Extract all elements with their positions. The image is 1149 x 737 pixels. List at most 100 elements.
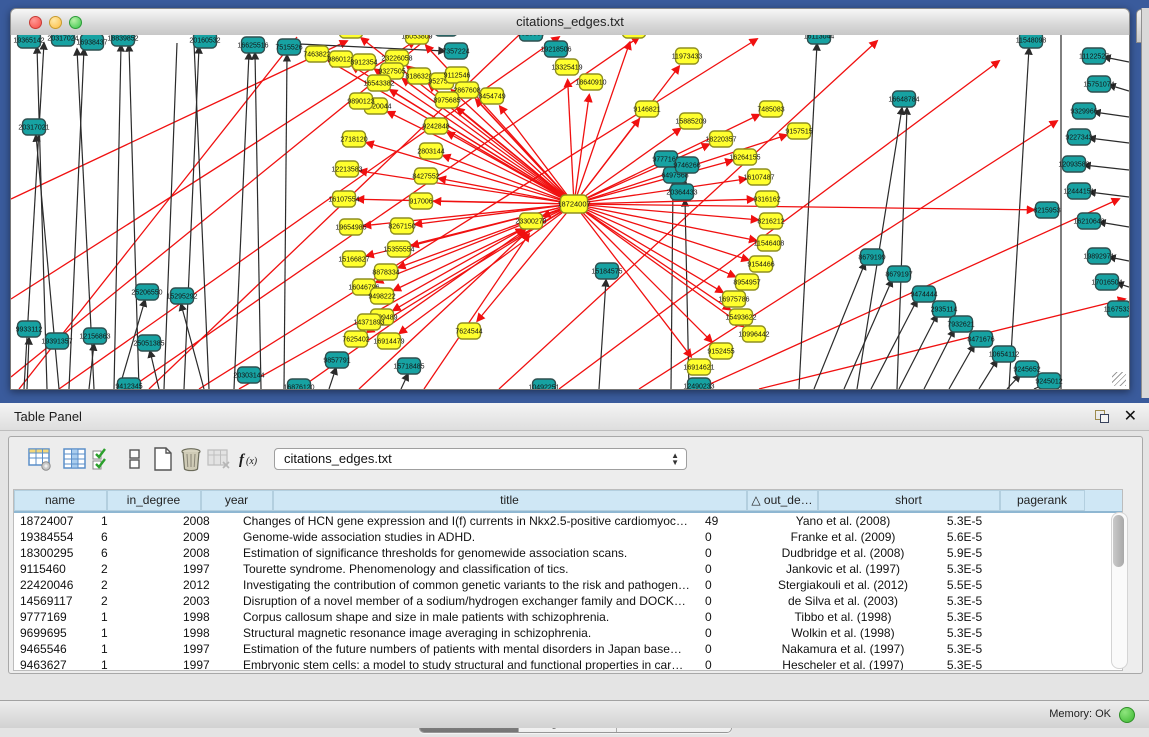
column-header-title[interactable]: title bbox=[273, 490, 747, 511]
graph-edge[interactable] bbox=[924, 330, 954, 389]
delete-table-icon[interactable] bbox=[178, 446, 204, 472]
graph-node[interactable]: 23300278 bbox=[515, 213, 546, 229]
graph-edge[interactable] bbox=[11, 41, 347, 199]
column-header-name[interactable]: name bbox=[14, 490, 107, 511]
graph-node[interactable]: 9329966 bbox=[1070, 103, 1097, 119]
citation-network-graph[interactable]: 1936514220317024169384371883985220160532… bbox=[11, 35, 1129, 389]
graph-node[interactable]: 8215953 bbox=[1033, 202, 1060, 218]
graph-node[interactable]: 12213583 bbox=[331, 161, 362, 177]
table-vertical-scrollbar[interactable] bbox=[1111, 512, 1128, 669]
node-table[interactable]: namein_degreeyeartitle△ out_de…shortpage… bbox=[13, 489, 1123, 671]
graph-node[interactable]: 12156863 bbox=[79, 328, 110, 344]
graph-node[interactable]: 9146821 bbox=[633, 101, 660, 117]
graph-node[interactable]: 15355554 bbox=[383, 241, 414, 257]
graph-node[interactable]: 17016504 bbox=[1091, 274, 1122, 290]
graph-node[interactable]: 18839852 bbox=[107, 35, 138, 46]
graph-node[interactable]: 15184575 bbox=[591, 263, 622, 279]
new-table-icon[interactable] bbox=[150, 446, 176, 472]
graph-node[interactable]: 9412345 bbox=[115, 378, 142, 389]
graph-edge[interactable] bbox=[434, 201, 574, 204]
graph-node[interactable]: 16876120 bbox=[283, 379, 314, 389]
graph-node[interactable]: 9857791 bbox=[323, 352, 350, 368]
graph-edge[interactable] bbox=[1094, 112, 1129, 117]
graph-node[interactable]: 8878334 bbox=[372, 264, 399, 280]
graph-node[interactable]: 9474444 bbox=[910, 286, 937, 302]
graph-node[interactable]: 8216212 bbox=[757, 213, 784, 229]
graph-node[interactable]: 9245652 bbox=[1013, 361, 1040, 377]
graph-node[interactable]: 20364433 bbox=[666, 184, 697, 200]
graph-node[interactable]: 16210643 bbox=[1073, 213, 1104, 229]
graph-node[interactable]: 9242848 bbox=[422, 118, 449, 134]
graph-edge[interactable] bbox=[36, 135, 59, 389]
delete-column-icon[interactable] bbox=[206, 446, 232, 472]
graph-node[interactable]: 9152455 bbox=[707, 343, 734, 359]
graph-edge[interactable] bbox=[452, 90, 574, 204]
graph-edge[interactable] bbox=[114, 45, 121, 389]
graph-node[interactable]: 7624544 bbox=[455, 323, 482, 339]
graph-node[interactable]: 12490233 bbox=[683, 378, 714, 389]
graph-node[interactable]: 13325419 bbox=[551, 59, 582, 75]
graph-node[interactable]: 16107487 bbox=[743, 169, 774, 185]
table-row[interactable]: 946362711997Embryonic stem cells: a mode… bbox=[14, 657, 1122, 671]
graph-edge[interactable] bbox=[949, 345, 974, 389]
graph-node[interactable]: 18327624 bbox=[430, 35, 461, 36]
graph-node[interactable]: 9316162 bbox=[753, 191, 780, 207]
graph-node[interactable]: 8612304 bbox=[620, 35, 647, 38]
graph-node[interactable]: 8679199 bbox=[858, 249, 885, 265]
graph-node[interactable]: 18220357 bbox=[705, 131, 736, 147]
table-selector-dropdown[interactable]: citations_edges.txt ▲▼ bbox=[274, 448, 687, 470]
window-resize-grip[interactable] bbox=[1112, 372, 1126, 386]
column-header-pagerank[interactable]: pagerank bbox=[1000, 490, 1085, 511]
graph-node[interactable]: 9746266 bbox=[673, 157, 700, 173]
graph-node[interactable]: 8267150 bbox=[388, 218, 415, 234]
graph-node[interactable]: 2803144 bbox=[417, 143, 444, 159]
graph-node[interactable]: 15166827 bbox=[338, 251, 369, 267]
graph-node[interactable]: 8912354 bbox=[350, 54, 377, 70]
graph-node[interactable]: 16625516 bbox=[237, 37, 268, 53]
graph-node[interactable]: 19365142 bbox=[13, 35, 44, 48]
table-row[interactable]: 969969511998Structural magnetic resonanc… bbox=[14, 625, 1122, 641]
graph-node[interactable]: 8975685 bbox=[433, 92, 460, 108]
graph-edge[interactable] bbox=[394, 204, 574, 290]
graph-edge[interactable] bbox=[568, 80, 574, 204]
graph-node[interactable]: 16113044 bbox=[804, 35, 835, 44]
graph-node[interactable]: 12093582 bbox=[1058, 156, 1089, 172]
graph-node[interactable]: 15718485 bbox=[393, 358, 424, 374]
graph-node[interactable]: 25206550 bbox=[131, 284, 162, 300]
graph-node[interactable]: 16914479 bbox=[373, 333, 404, 349]
graph-node[interactable]: 14371893 bbox=[353, 314, 384, 330]
network-canvas[interactable]: 1936514220317024169384371883985220160532… bbox=[10, 35, 1130, 390]
graph-node[interactable]: 16648784 bbox=[888, 91, 919, 107]
graph-edge[interactable] bbox=[194, 43, 209, 389]
graph-edge[interactable] bbox=[574, 160, 732, 204]
graph-node[interactable]: 9890123 bbox=[347, 93, 374, 109]
graph-node[interactable]: 11675334 bbox=[1104, 301, 1129, 317]
graph-node[interactable]: 7485083 bbox=[757, 101, 784, 117]
memory-ok-indicator-icon[interactable] bbox=[1119, 707, 1135, 723]
table-row[interactable]: 1456911722003Disruption of a novel membe… bbox=[14, 593, 1122, 609]
row-mode-icon[interactable] bbox=[122, 446, 148, 472]
graph-node[interactable]: 20160532 bbox=[189, 35, 220, 48]
graph-edge[interactable] bbox=[401, 374, 408, 389]
graph-edge[interactable] bbox=[164, 43, 177, 389]
graph-node[interactable]: 16264155 bbox=[729, 149, 760, 165]
graph-node[interactable]: 11122527 bbox=[1079, 48, 1109, 64]
graph-node[interactable]: 16107554 bbox=[328, 191, 359, 207]
graph-node[interactable]: 10492251 bbox=[528, 379, 559, 389]
graph-edge[interactable] bbox=[979, 360, 997, 389]
column-header-year[interactable]: year bbox=[201, 490, 273, 511]
select-columns-icon[interactable] bbox=[90, 446, 116, 472]
graph-node[interactable]: 15722051 bbox=[335, 35, 366, 38]
network-window-titlebar[interactable]: citations_edges.txt bbox=[10, 8, 1130, 37]
close-panel-icon[interactable]: ✕ bbox=[1124, 406, 1137, 426]
graph-node[interactable]: 7932621 bbox=[947, 316, 974, 332]
graph-node[interactable]: 9112546 bbox=[444, 67, 471, 83]
graph-node[interactable]: 8471676 bbox=[967, 331, 994, 347]
graph-edge[interactable] bbox=[329, 368, 336, 389]
graph-node[interactable]: 7625402 bbox=[342, 331, 369, 347]
graph-node[interactable]: 9245012 bbox=[1035, 373, 1062, 389]
table-row[interactable]: 1830029562008Estimation of significance … bbox=[14, 545, 1122, 561]
float-panel-icon[interactable] bbox=[1095, 410, 1109, 423]
graph-edge[interactable] bbox=[897, 108, 907, 389]
graph-node[interactable]: 8679197 bbox=[885, 266, 912, 282]
